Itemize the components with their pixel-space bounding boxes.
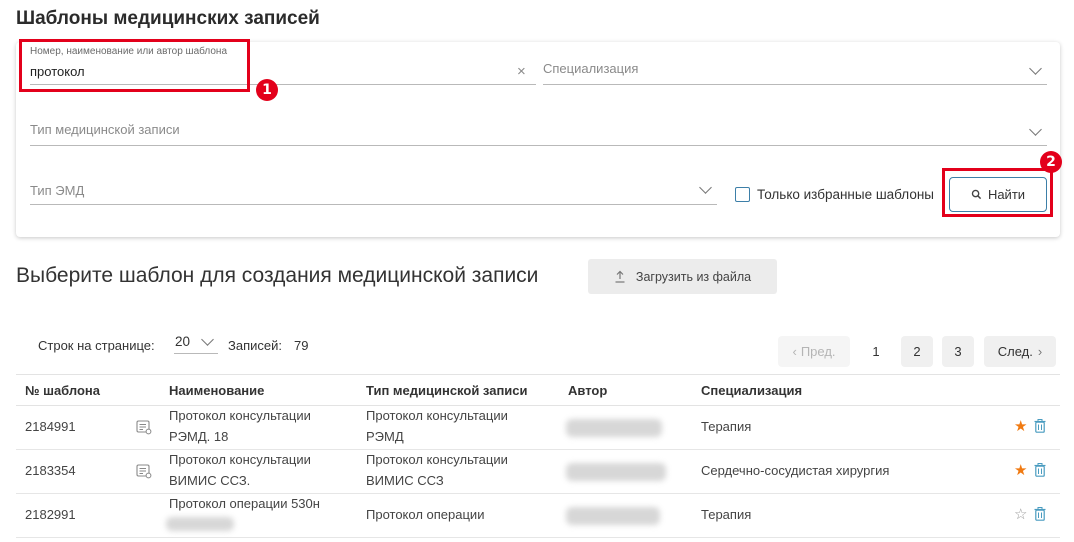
- records-label: Записей:: [228, 338, 282, 353]
- chevron-down-icon[interactable]: [201, 333, 214, 346]
- chevron-right-icon: ›: [1037, 344, 1043, 359]
- record-type-placeholder: Тип медицинской записи: [30, 122, 180, 137]
- template-number: 2183354: [25, 463, 76, 478]
- page-title: Шаблоны медицинских записей: [16, 8, 320, 29]
- column-header-record-type[interactable]: Тип медицинской записи: [366, 383, 528, 398]
- records-count: 79: [294, 338, 309, 353]
- table-header: № шаблона Наименование Тип медицинской з…: [16, 374, 1060, 406]
- specialization-value: Сердечно-сосудистая хирургия: [701, 463, 890, 478]
- emd-type-placeholder: Тип ЭМД: [30, 183, 85, 198]
- table-row[interactable]: 2183354 Протокол консультации ВИМИС ССЗ.…: [16, 450, 1060, 494]
- column-header-author[interactable]: Автор: [568, 383, 607, 398]
- favorite-star-icon[interactable]: ★: [1014, 463, 1027, 478]
- table-row[interactable]: 2182991 Протокол операции 530н Протокол …: [16, 494, 1060, 538]
- record-type-line: Протокол операции: [366, 507, 485, 522]
- favorite-star-outline-icon[interactable]: ☆: [1014, 507, 1027, 522]
- clear-search-icon[interactable]: ×: [517, 64, 526, 79]
- favorites-only-label[interactable]: Только избранные шаблоны: [757, 187, 934, 202]
- rows-per-page-label: Строк на странице:: [38, 338, 155, 353]
- specialization-value: Терапия: [701, 507, 752, 522]
- emd-type-select[interactable]: Тип ЭМД: [30, 178, 717, 205]
- template-document-icon: [136, 420, 152, 435]
- record-type-line: Протокол консультации: [366, 452, 508, 467]
- column-header-name[interactable]: Наименование: [169, 383, 264, 398]
- template-name-line: Протокол операции 530н: [169, 496, 320, 511]
- favorites-only-checkbox[interactable]: [735, 187, 750, 202]
- prev-page-label: Пред.: [800, 344, 836, 359]
- chevron-down-icon[interactable]: [1029, 62, 1042, 75]
- template-name-line: ВИМИС ССЗ.: [169, 473, 251, 488]
- chevron-left-icon: ‹: [792, 344, 797, 359]
- template-document-icon: [136, 464, 152, 479]
- upload-from-file-button[interactable]: Загрузить из файла: [588, 259, 777, 294]
- upload-icon: [615, 270, 625, 283]
- column-header-specialization[interactable]: Специализация: [701, 383, 802, 398]
- trash-icon[interactable]: [1034, 463, 1046, 477]
- trash-icon[interactable]: [1034, 507, 1046, 521]
- record-type-line: РЭМД: [366, 429, 404, 444]
- specialization-placeholder: Специализация: [543, 61, 639, 76]
- next-page-button[interactable]: След. ›: [984, 336, 1056, 367]
- section-title: Выберите шаблон для создания медицинской…: [16, 264, 539, 287]
- prev-page-button[interactable]: ‹ Пред.: [778, 336, 850, 367]
- chevron-down-icon[interactable]: [699, 181, 712, 194]
- name-suffix-redacted: [166, 517, 234, 531]
- specialization-select[interactable]: Специализация: [543, 56, 1047, 85]
- record-type-line: ВИМИС ССЗ: [366, 473, 444, 488]
- record-type-line: Протокол консультации: [366, 408, 508, 423]
- rows-per-page-value: 20: [175, 334, 191, 349]
- page-button-2[interactable]: 2: [901, 336, 933, 367]
- trash-icon[interactable]: [1034, 419, 1046, 433]
- annotation-badge-1: 1: [256, 79, 278, 101]
- column-header-number[interactable]: № шаблона: [25, 383, 100, 398]
- specialization-value: Терапия: [701, 419, 752, 434]
- page-button-1[interactable]: 1: [860, 336, 892, 367]
- next-page-label: След.: [997, 344, 1033, 359]
- record-type-select[interactable]: Тип медицинской записи: [30, 117, 1047, 146]
- page-button-3[interactable]: 3: [942, 336, 974, 367]
- template-name-line: Протокол консультации: [169, 408, 311, 423]
- template-name-line: РЭМД. 18: [169, 429, 229, 444]
- rows-per-page-select[interactable]: 20: [174, 332, 218, 354]
- author-redacted: [566, 507, 660, 525]
- template-number: 2184991: [25, 419, 76, 434]
- template-name-line: Протокол консультации: [169, 452, 311, 467]
- annotation-highlight-find: [942, 168, 1053, 217]
- favorite-star-icon[interactable]: ★: [1014, 419, 1027, 434]
- annotation-highlight-search: [19, 39, 250, 92]
- template-number: 2182991: [25, 507, 76, 522]
- upload-button-label: Загрузить из файла: [635, 269, 752, 284]
- table-row[interactable]: 2184991 Протокол консультации РЭМД. 18 П…: [16, 406, 1060, 450]
- chevron-down-icon[interactable]: [1029, 123, 1042, 136]
- author-redacted: [566, 463, 666, 481]
- annotation-badge-2: 2: [1040, 151, 1062, 173]
- author-redacted: [566, 419, 662, 437]
